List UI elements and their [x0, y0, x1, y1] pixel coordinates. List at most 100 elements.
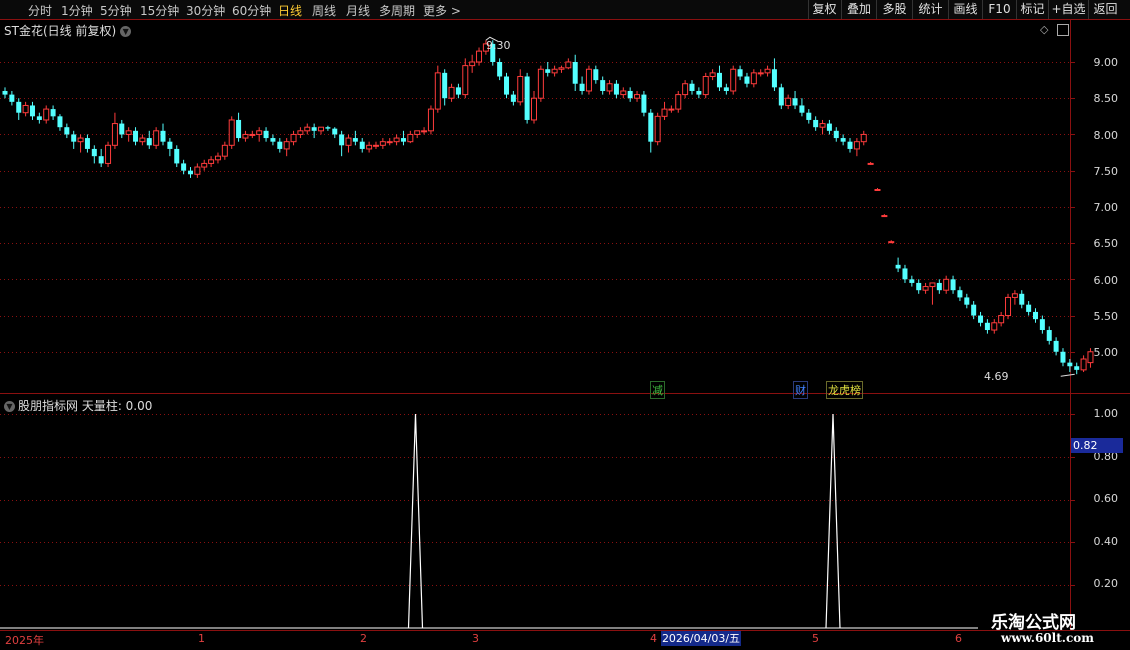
candle-body — [1039, 319, 1045, 331]
candle-body — [325, 127, 331, 129]
candle-body — [730, 68, 737, 92]
candle-body — [372, 144, 379, 147]
chevron-down-icon[interactable]: ▼ — [4, 401, 15, 412]
candle-body — [778, 87, 784, 106]
candle-body — [339, 134, 345, 146]
candle-body — [332, 128, 338, 135]
candle-body — [723, 87, 729, 91]
candle-body — [91, 148, 97, 157]
x-axis-label: 6 — [955, 632, 962, 645]
candle-body — [98, 156, 104, 164]
candle-body — [359, 141, 365, 149]
candle-body — [826, 123, 832, 131]
candle-body — [146, 138, 152, 146]
candle-body — [874, 188, 881, 191]
candle-body — [661, 108, 668, 117]
indicator-tick: 1.00 — [1093, 407, 1119, 420]
candle-body — [819, 123, 826, 128]
candle-body — [600, 80, 606, 91]
x-axis-label: 4 — [650, 632, 657, 645]
candle-body — [462, 65, 469, 96]
candle-body — [978, 315, 984, 323]
price-tick: 8.50 — [1093, 92, 1119, 105]
candle-body — [860, 133, 867, 143]
candle-body — [290, 133, 297, 143]
candle-body — [442, 72, 448, 99]
candle-body — [9, 94, 15, 102]
candle-body — [1074, 366, 1080, 370]
candle-body — [530, 97, 537, 121]
candle-body — [565, 61, 572, 69]
candle-body — [160, 130, 166, 142]
candle-body — [558, 67, 565, 70]
candle-body — [36, 116, 42, 120]
event-tag-dragon-tiger[interactable]: 龙虎榜 — [826, 381, 863, 399]
candle-body — [1053, 340, 1059, 352]
candle-body — [757, 72, 764, 75]
candle-body — [214, 155, 221, 161]
candle-body — [1026, 304, 1032, 312]
indicator-tick: 0.40 — [1093, 535, 1119, 548]
kline-chart[interactable] — [0, 0, 1130, 650]
candle-body — [771, 69, 777, 88]
price-tick: 7.00 — [1093, 201, 1119, 214]
candle-body — [421, 130, 428, 133]
candle-body — [750, 72, 757, 85]
candle-body — [764, 68, 771, 74]
indicator-spike — [407, 413, 424, 629]
candle-body — [256, 130, 263, 135]
candle-body — [799, 105, 805, 113]
candle-body — [111, 123, 118, 146]
event-tag-finance[interactable]: 财 — [793, 381, 808, 399]
candle-body — [936, 282, 942, 291]
candle-body — [593, 69, 599, 81]
candle-body — [1060, 351, 1066, 363]
candle-body — [22, 104, 29, 114]
candle-body — [702, 75, 709, 96]
candle-body — [634, 94, 641, 99]
price-tick: 5.00 — [1093, 346, 1119, 359]
candle-body — [469, 61, 476, 67]
candle-body — [16, 101, 22, 113]
candle-body — [867, 162, 874, 165]
candle-body — [304, 126, 311, 132]
candle-body — [648, 112, 654, 142]
candle-body — [551, 68, 558, 74]
candle-body — [888, 241, 895, 244]
candle-body — [448, 86, 455, 99]
candle-body — [167, 141, 173, 149]
price-tick: 8.00 — [1093, 129, 1119, 142]
candle-body — [125, 130, 132, 135]
candle-body — [84, 138, 90, 149]
candle-body — [909, 279, 915, 283]
candle-body — [689, 83, 695, 91]
candle-body — [613, 83, 619, 95]
candle-body — [929, 282, 936, 288]
indicator-title-text: 股朋指标网 天量柱: 0.00 — [18, 399, 153, 413]
event-tag-reduce[interactable]: 减 — [650, 381, 665, 399]
candle-body — [270, 138, 276, 142]
candle-body — [902, 268, 908, 280]
candle-body — [1080, 358, 1087, 371]
candle-body — [352, 138, 358, 142]
candle-body — [249, 133, 256, 136]
low-price-label: 4.69 — [984, 370, 1009, 383]
candle-body — [744, 76, 750, 84]
indicator-spike — [825, 413, 841, 629]
candle-body — [1005, 296, 1012, 317]
candle-body — [572, 62, 578, 84]
indicator-title: ▼ 股朋指标网 天量柱: 0.00 — [4, 397, 152, 414]
candle-body — [716, 72, 722, 88]
candle-body — [847, 141, 853, 149]
candle-body — [400, 138, 406, 142]
candle-body — [201, 162, 208, 168]
candle-body — [407, 133, 414, 143]
candle-body — [174, 148, 180, 164]
x-axis-label: 3 — [472, 632, 479, 645]
candle-body — [1067, 362, 1073, 367]
price-tick: 7.50 — [1093, 165, 1119, 178]
candle-body — [545, 69, 551, 73]
candle-body — [379, 141, 386, 146]
candle-body — [242, 133, 249, 139]
watermark-logo: 乐淘公式网 www.60lt.com — [985, 604, 1115, 648]
